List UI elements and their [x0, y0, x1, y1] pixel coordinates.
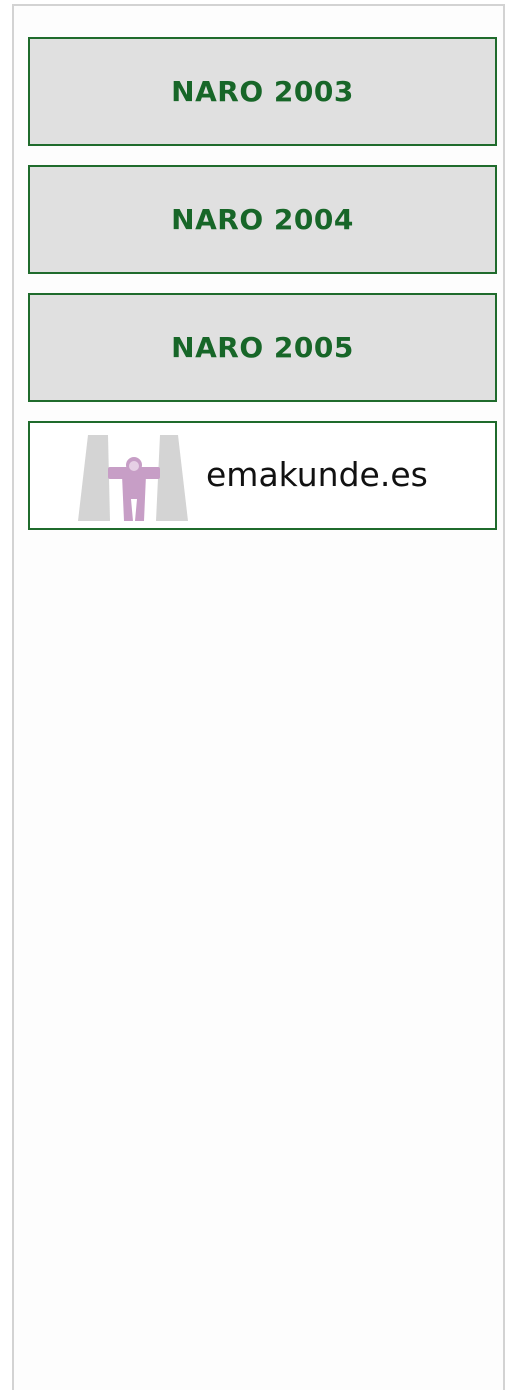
naro-2005-label: NARO 2005	[171, 331, 354, 364]
emakunde-link-label: emakunde.es	[206, 455, 428, 494]
emakunde-logo-icon	[78, 435, 188, 521]
naro-2004-button[interactable]: NARO 2004	[28, 165, 497, 274]
naro-2004-label: NARO 2004	[171, 203, 354, 236]
naro-2003-button[interactable]: NARO 2003	[28, 37, 497, 146]
naro-2003-label: NARO 2003	[171, 75, 354, 108]
emakunde-link[interactable]: emakunde.es	[28, 421, 497, 530]
naro-2005-button[interactable]: NARO 2005	[28, 293, 497, 402]
